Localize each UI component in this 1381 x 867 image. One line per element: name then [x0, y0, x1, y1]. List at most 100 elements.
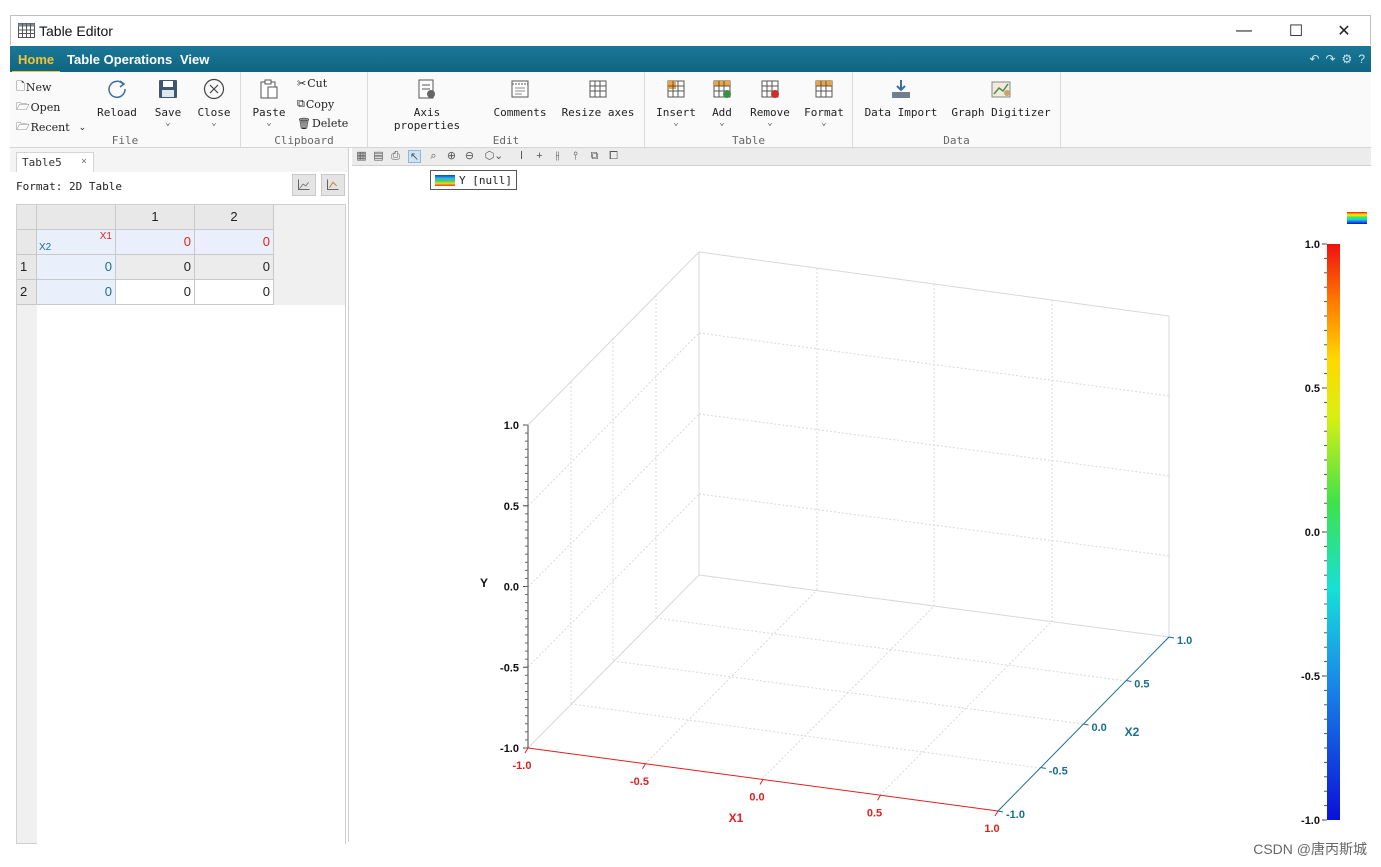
maximize-button[interactable]: ☐ [1272, 16, 1320, 46]
data-table: 1 2 X1 X2 0 0 1 0 0 0 2 0 0 0 [16, 204, 346, 845]
open-button[interactable]: 🗁 Open [16, 98, 60, 117]
menu-home[interactable]: Home [11, 52, 61, 73]
row-header[interactable]: 1 [17, 255, 37, 280]
tab-table5[interactable]: Table5 × [16, 152, 94, 172]
copy-graph-icon[interactable]: ⧉ [588, 150, 601, 163]
delete-button[interactable]: 🗑 Delete [297, 117, 348, 130]
paste-button[interactable]: Paste ⌄ [249, 78, 289, 128]
close-window-button[interactable]: ✕ [1320, 16, 1368, 46]
copy-icon: ⧉ [297, 97, 305, 110]
plot-3d-button[interactable] [321, 174, 345, 196]
row-header[interactable]: 2 [17, 280, 37, 305]
table-remove-icon [761, 80, 779, 98]
zoom-out-icon[interactable]: ⊖ [463, 150, 476, 163]
ribbon-group-label: Data [943, 134, 970, 147]
menu-bar: Home Table Operations View ↶ ↷ ⚙ ? [10, 46, 1371, 73]
column-header[interactable]: 1 [116, 205, 195, 230]
insert-button[interactable]: Insert ⌄ [653, 78, 699, 128]
table-add-icon [713, 80, 731, 98]
chart-3d-icon [327, 179, 339, 190]
ribbon-group-label: Table [731, 134, 766, 147]
plot-button[interactable] [292, 174, 316, 196]
scissors-icon: ✂ [297, 77, 307, 90]
ribbon-group-data: Data Import Graph Digitizer Data [853, 72, 1061, 148]
table-panel-body: Format: 2D Table 1 2 X1 X2 0 0 1 0 0 0 2… [10, 172, 348, 845]
graph-area[interactable] [352, 166, 1371, 842]
new-file-icon: 🗋 [16, 80, 25, 93]
error-bars-icon[interactable]: ⫲ [551, 150, 564, 163]
chevron-down-icon: ⌄ [211, 118, 217, 128]
ribbon-group-file: 🗋 New 🗁 Open 🗁 Recent ⌄ Reload Save ⌄ Close … [10, 72, 241, 148]
add-button[interactable]: Add ⌄ [705, 78, 739, 128]
x2-value-cell[interactable]: 0 [37, 280, 116, 305]
print-icon[interactable]: ⎙ [389, 150, 402, 163]
quick-access-icons: ↶ ↷ ⚙ ? [1309, 52, 1365, 66]
comments-button[interactable]: Comments [489, 78, 551, 119]
clone-icon[interactable]: ⧠ [607, 150, 620, 163]
crosshair-icon[interactable]: + [533, 150, 546, 163]
watermark: CSDN @唐丙斯城 [1253, 841, 1367, 857]
x2-value-cell[interactable]: 0 [37, 255, 116, 280]
legend-label: Y [null] [459, 173, 512, 187]
table-view-icon[interactable]: ▦ [355, 150, 368, 163]
trash-icon: 🗑 [297, 117, 311, 130]
zoom-fit-icon[interactable]: ⌕ [427, 150, 440, 163]
ribbon-group-table: Insert ⌄ Add ⌄ Remove ⌄ Format ⌄ Table [645, 72, 853, 148]
peak-icon[interactable]: ⫯ [569, 150, 582, 163]
settings-icon[interactable]: ⚙ [1342, 52, 1353, 66]
save-button[interactable]: Save ⌄ [148, 78, 188, 128]
window-title: Table Editor [39, 23, 113, 39]
copy-button[interactable]: ⧉ Copy [297, 97, 334, 111]
folder-open-icon: 🗁 [16, 100, 30, 113]
table-corner-header[interactable] [37, 205, 116, 230]
remove-button[interactable]: Remove ⌄ [747, 78, 793, 128]
data-import-button[interactable]: Data Import [863, 78, 939, 119]
graph-toolbar: ▦ ▤ ⎙ ↖ ⌕ ⊕ ⊖ ⬡⌄ ǀ + ⫲ ⫯ ⧉ ⧠ [352, 148, 1371, 166]
tab-close-icon[interactable]: × [81, 156, 87, 167]
row-header-x1[interactable] [17, 230, 37, 255]
axis-properties-button[interactable]: Axis properties [378, 78, 476, 132]
undo-icon[interactable]: ↶ [1309, 52, 1319, 66]
ribbon-group-label: Edit [492, 134, 520, 147]
resize-axes-button[interactable]: Resize axes [560, 78, 636, 119]
corner-cell[interactable]: X1 X2 [37, 230, 116, 255]
zoom-in-icon[interactable]: ⊕ [445, 150, 458, 163]
close-file-button[interactable]: Close ⌄ [194, 78, 234, 128]
table-cell[interactable]: 0 [195, 280, 274, 305]
menu-view[interactable]: View [180, 52, 209, 67]
vertical-line-icon[interactable]: ǀ [515, 150, 528, 163]
chevron-down-icon: ⌄ [821, 118, 827, 128]
ribbon-group-label: File [111, 134, 139, 147]
minimize-button[interactable]: — [1220, 16, 1268, 46]
table-corner[interactable] [17, 205, 37, 230]
title-bar: Table Editor — ☐ ✕ [10, 15, 1371, 45]
table-panel: Table5 × Format: 2D Table 1 2 X1 X2 0 0 … [10, 148, 349, 845]
table-empty-area [37, 305, 345, 845]
cut-button[interactable]: ✂ Cut [297, 77, 327, 90]
legend[interactable]: Y [null] [430, 170, 517, 190]
help-icon[interactable]: ? [1358, 52, 1365, 66]
axis-properties-icon [418, 79, 435, 99]
rotate-cube-icon[interactable]: ⬡⌄ [483, 150, 505, 163]
x1-value-cell[interactable]: 0 [195, 230, 274, 255]
new-button[interactable]: 🗋 New [16, 78, 51, 97]
chart-icon [298, 179, 310, 190]
pointer-icon[interactable]: ↖ [408, 150, 421, 163]
comments-icon [511, 80, 529, 98]
column-header[interactable]: 2 [195, 205, 274, 230]
table-cell[interactable]: 0 [116, 280, 195, 305]
chevron-down-icon: ⌄ [165, 118, 171, 128]
reload-icon [108, 80, 126, 98]
table-cell[interactable]: 0 [195, 255, 274, 280]
chevron-down-icon: ⌄ [266, 118, 272, 128]
format-label: Format: 2D Table [16, 180, 122, 193]
export-icon[interactable]: ▤ [372, 150, 385, 163]
redo-icon[interactable]: ↷ [1325, 52, 1335, 66]
ribbon: 🗋 New 🗁 Open 🗁 Recent ⌄ Reload Save ⌄ Close … [10, 72, 1371, 148]
format-button[interactable]: Format ⌄ [801, 78, 847, 128]
graph-digitizer-button[interactable]: Graph Digitizer [951, 78, 1051, 119]
table-cell[interactable]: 0 [116, 255, 195, 280]
menu-table-operations[interactable]: Table Operations [67, 52, 172, 67]
x1-value-cell[interactable]: 0 [116, 230, 195, 255]
reload-button[interactable]: Reload [96, 78, 138, 119]
